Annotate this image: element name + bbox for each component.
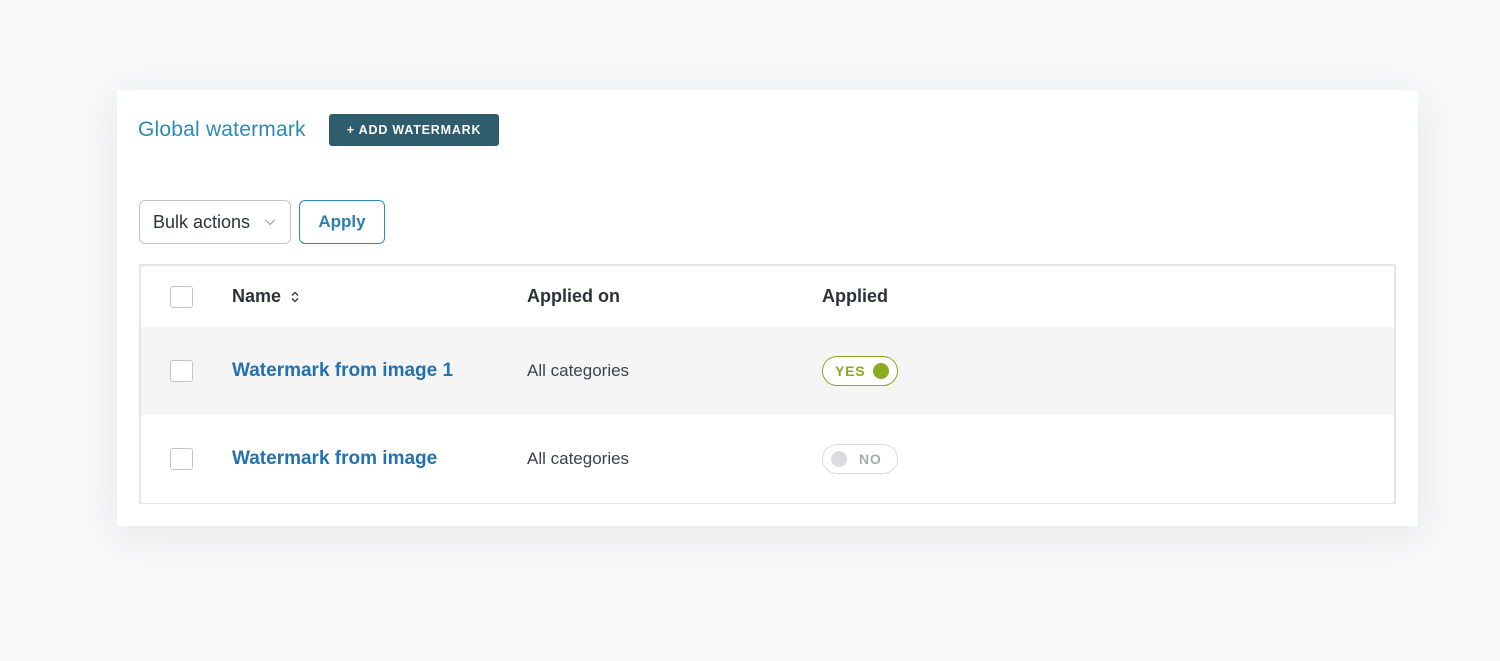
name-cell: Watermark from image 1 [232,360,453,382]
applied-cell: YES [822,356,898,386]
chevron-down-icon [265,219,275,226]
applied-on-cell: All categories [527,449,630,468]
bulk-actions-bar: Bulk actions Apply [139,200,385,244]
toggle-label: YES [835,363,866,379]
page-title: Global watermark [138,118,306,141]
column-header-name[interactable]: Name [232,286,300,307]
column-header-name-label: Name [232,286,282,306]
watermark-panel: Global watermark + ADD WATERMARK Bulk ac… [117,90,1418,526]
bulk-actions-select[interactable]: Bulk actions [139,200,291,244]
table-row: Watermark from image 1 All categories YE… [141,327,1394,415]
watermark-name-link[interactable]: Watermark from image [232,448,437,470]
table-row: Watermark from image All categories NO [141,415,1394,503]
table-header-row: Name Applied on Applied [141,266,1394,327]
toggle-knob [873,363,889,379]
add-watermark-button[interactable]: + ADD WATERMARK [328,114,500,146]
row-checkbox[interactable] [170,448,193,470]
applied-cell: NO [822,444,898,474]
toggle-knob [831,451,847,467]
panel-header: Global watermark + ADD WATERMARK [138,114,500,146]
column-header-applied-on: Applied on [527,286,620,306]
row-checkbox[interactable] [170,360,193,382]
watermark-name-link[interactable]: Watermark from image 1 [232,360,453,382]
sort-icon[interactable] [290,290,300,304]
applied-toggle[interactable]: YES [822,356,898,386]
bulk-actions-value: Bulk actions [153,211,251,232]
toggle-label: NO [859,451,882,467]
watermark-table: Name Applied on Applied Watermark from i… [139,264,1396,504]
applied-on-cell: All categories [527,361,630,380]
select-all-checkbox[interactable] [170,285,193,308]
column-header-applied: Applied [822,286,888,306]
applied-toggle[interactable]: NO [822,444,898,474]
apply-button[interactable]: Apply [299,200,385,244]
name-cell: Watermark from image [232,448,437,470]
